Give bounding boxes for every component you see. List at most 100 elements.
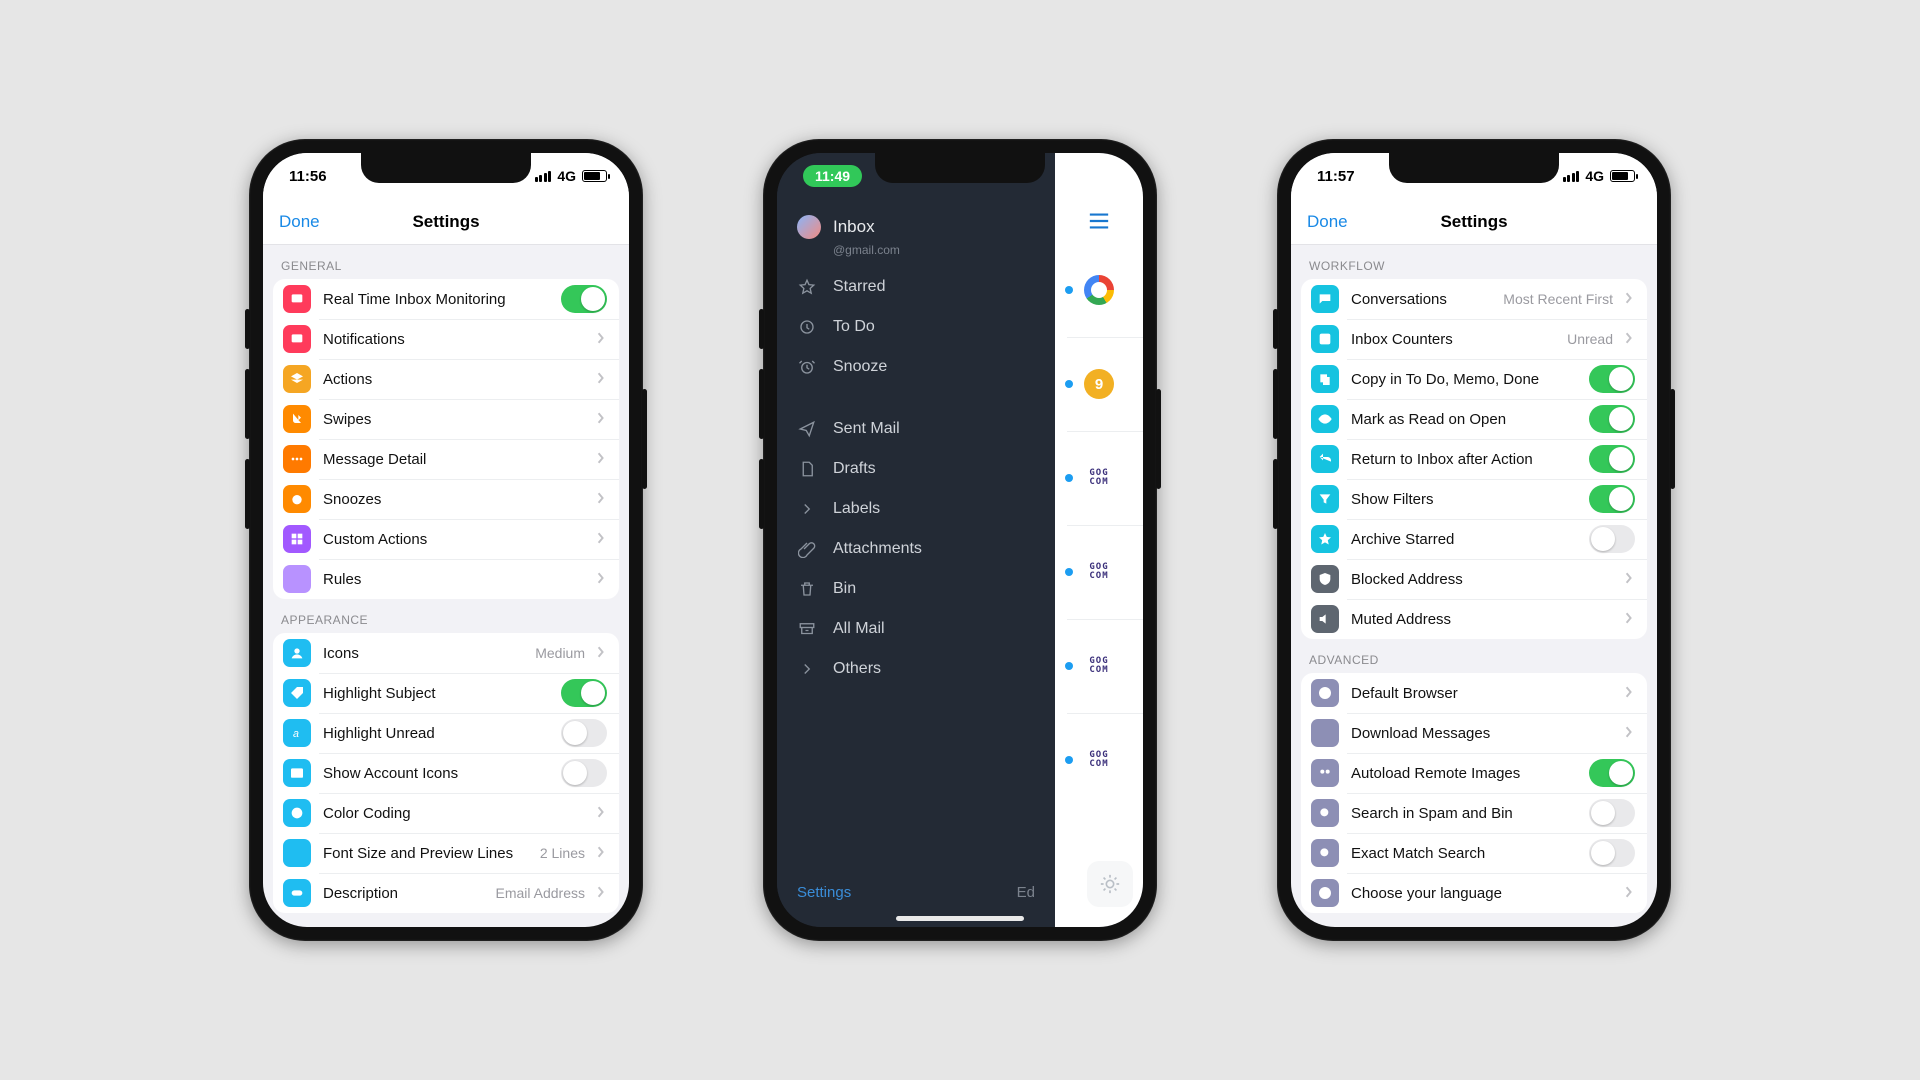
account-title: Inbox <box>833 217 875 237</box>
workflow-card: Conversations Most Recent First Inbox Co… <box>1301 279 1647 639</box>
actions-icon <box>283 365 311 393</box>
row-mark-read[interactable]: Mark as Read on Open <box>1301 399 1647 439</box>
row-search-spam[interactable]: Search in Spam and Bin <box>1301 793 1647 833</box>
row-conversations[interactable]: Conversations Most Recent First <box>1301 279 1647 319</box>
row-realtime[interactable]: Real Time Inbox Monitoring <box>273 279 619 319</box>
sidebar-item-snooze[interactable]: Snooze <box>777 347 1055 387</box>
row-label: Icons <box>323 645 523 662</box>
list-item[interactable]: GOGCOM <box>1055 525 1143 619</box>
toggle-realtime[interactable] <box>561 285 607 313</box>
row-label: Message Detail <box>323 451 585 468</box>
sidebar-edit-button[interactable]: Ed <box>1017 884 1035 901</box>
row-custom-actions[interactable]: Custom Actions <box>273 519 619 559</box>
list-item[interactable]: 9 <box>1055 337 1143 431</box>
row-default-browser[interactable]: Default Browser <box>1301 673 1647 713</box>
sidebar-item-label: Others <box>833 660 881 678</box>
row-download[interactable]: Download Messages <box>1301 713 1647 753</box>
toggle-hlunread[interactable] <box>561 719 607 747</box>
theme-button[interactable] <box>1087 861 1133 907</box>
toggle-hlsubj[interactable] <box>561 679 607 707</box>
toggle-exact[interactable] <box>1589 839 1635 867</box>
status-net: 4G <box>557 168 576 184</box>
copy-icon <box>1311 365 1339 393</box>
list-item[interactable]: GOGCOM <box>1055 713 1143 807</box>
row-archive-starred[interactable]: Archive Starred <box>1301 519 1647 559</box>
sidebar-item-allmail[interactable]: All Mail <box>777 609 1055 649</box>
row-snoozes[interactable]: Snoozes <box>273 479 619 519</box>
sidebar-item-todo[interactable]: To Do <box>777 307 1055 347</box>
row-actions[interactable]: Actions <box>273 359 619 399</box>
chevron-right-icon <box>597 371 607 387</box>
chevron-right-icon <box>597 845 607 861</box>
row-show-account-icons[interactable]: Show Account Icons <box>273 753 619 793</box>
row-label: Conversations <box>1351 291 1491 308</box>
list-item[interactable] <box>1055 243 1143 337</box>
menu-button[interactable] <box>1055 199 1143 243</box>
row-notifications[interactable]: Notifications <box>273 319 619 359</box>
sidebar-settings-button[interactable]: Settings <box>797 884 851 901</box>
row-show-filters[interactable]: Show Filters <box>1301 479 1647 519</box>
list-item[interactable]: GOGCOM <box>1055 431 1143 525</box>
toggle-archstar[interactable] <box>1589 525 1635 553</box>
row-autoload-images[interactable]: Autoload Remote Images <box>1301 753 1647 793</box>
clock-icon <box>283 485 311 513</box>
done-button[interactable]: Done <box>279 212 320 232</box>
sidebar-item-others[interactable]: Others <box>777 649 1055 689</box>
chevron-right-icon <box>1625 331 1635 347</box>
monitor-icon <box>283 285 311 313</box>
row-message-detail[interactable]: Message Detail <box>273 439 619 479</box>
toggle-accticons[interactable] <box>561 759 607 787</box>
phone-middle: 9 GOGCOM GOGCOM GOGCOM GOGCOM 1 <box>763 139 1157 941</box>
row-font-preview[interactable]: Font Size and Preview Lines 2 Lines <box>273 833 619 873</box>
sidebar-item-labels[interactable]: Labels <box>777 489 1055 529</box>
row-exact-match[interactable]: Exact Match Search <box>1301 833 1647 873</box>
row-muted[interactable]: Muted Address <box>1301 599 1647 639</box>
sidebar-item-sent[interactable]: Sent Mail <box>777 409 1055 449</box>
done-button[interactable]: Done <box>1307 212 1348 232</box>
row-highlight-subject[interactable]: Highlight Subject <box>273 673 619 713</box>
row-highlight-unread[interactable]: a Highlight Unread <box>273 713 619 753</box>
toggle-filters[interactable] <box>1589 485 1635 513</box>
row-blocked[interactable]: Blocked Address <box>1301 559 1647 599</box>
toggle-return[interactable] <box>1589 445 1635 473</box>
sidebar-item-label: Sent Mail <box>833 420 900 438</box>
sidebar-item-bin[interactable]: Bin <box>777 569 1055 609</box>
account-sub: @gmail.com <box>777 243 1055 257</box>
toggle-spam[interactable] <box>1589 799 1635 827</box>
section-advanced: ADVANCED <box>1291 639 1657 673</box>
sidebar-account[interactable]: Inbox <box>777 199 1055 245</box>
row-description[interactable]: Description Email Address <box>273 873 619 913</box>
row-language[interactable]: Choose your language <box>1301 873 1647 913</box>
sidebar-item-label: Labels <box>833 500 880 518</box>
sidebar-item-label: Attachments <box>833 540 922 558</box>
inbox-peek[interactable]: 9 GOGCOM GOGCOM GOGCOM GOGCOM <box>1055 153 1143 927</box>
appearance-card: Icons Medium Highlight Subject a Highlig… <box>273 633 619 913</box>
battery-icon <box>1610 170 1635 182</box>
bell-icon <box>283 325 311 353</box>
row-inbox-counters[interactable]: Inbox Counters Unread <box>1301 319 1647 359</box>
row-label: Highlight Unread <box>323 725 549 742</box>
sidebar-item-label: Bin <box>833 580 856 598</box>
globe-icon <box>1311 879 1339 907</box>
row-swipes[interactable]: Swipes <box>273 399 619 439</box>
toggle-autoload[interactable] <box>1589 759 1635 787</box>
row-return-inbox[interactable]: Return to Inbox after Action <box>1301 439 1647 479</box>
row-icons[interactable]: Icons Medium <box>273 633 619 673</box>
gog-logo-icon: GOGCOM <box>1089 563 1108 581</box>
row-color-coding[interactable]: Color Coding <box>273 793 619 833</box>
row-rules[interactable]: Rules <box>273 559 619 599</box>
list-item[interactable]: GOGCOM <box>1055 619 1143 713</box>
unread-dot-icon <box>1065 380 1073 388</box>
mask-icon <box>283 879 311 907</box>
row-label: Custom Actions <box>323 531 585 548</box>
counter-icon <box>1311 325 1339 353</box>
toggle-copy[interactable] <box>1589 365 1635 393</box>
row-copy-todo[interactable]: Copy in To Do, Memo, Done <box>1301 359 1647 399</box>
sidebar-item-attachments[interactable]: Attachments <box>777 529 1055 569</box>
chevron-right-icon <box>797 499 817 519</box>
sidebar-item-drafts[interactable]: Drafts <box>777 449 1055 489</box>
person-icon <box>283 639 311 667</box>
toggle-mark[interactable] <box>1589 405 1635 433</box>
sidebar-item-starred[interactable]: Starred <box>777 267 1055 307</box>
signal-icon <box>535 171 552 182</box>
